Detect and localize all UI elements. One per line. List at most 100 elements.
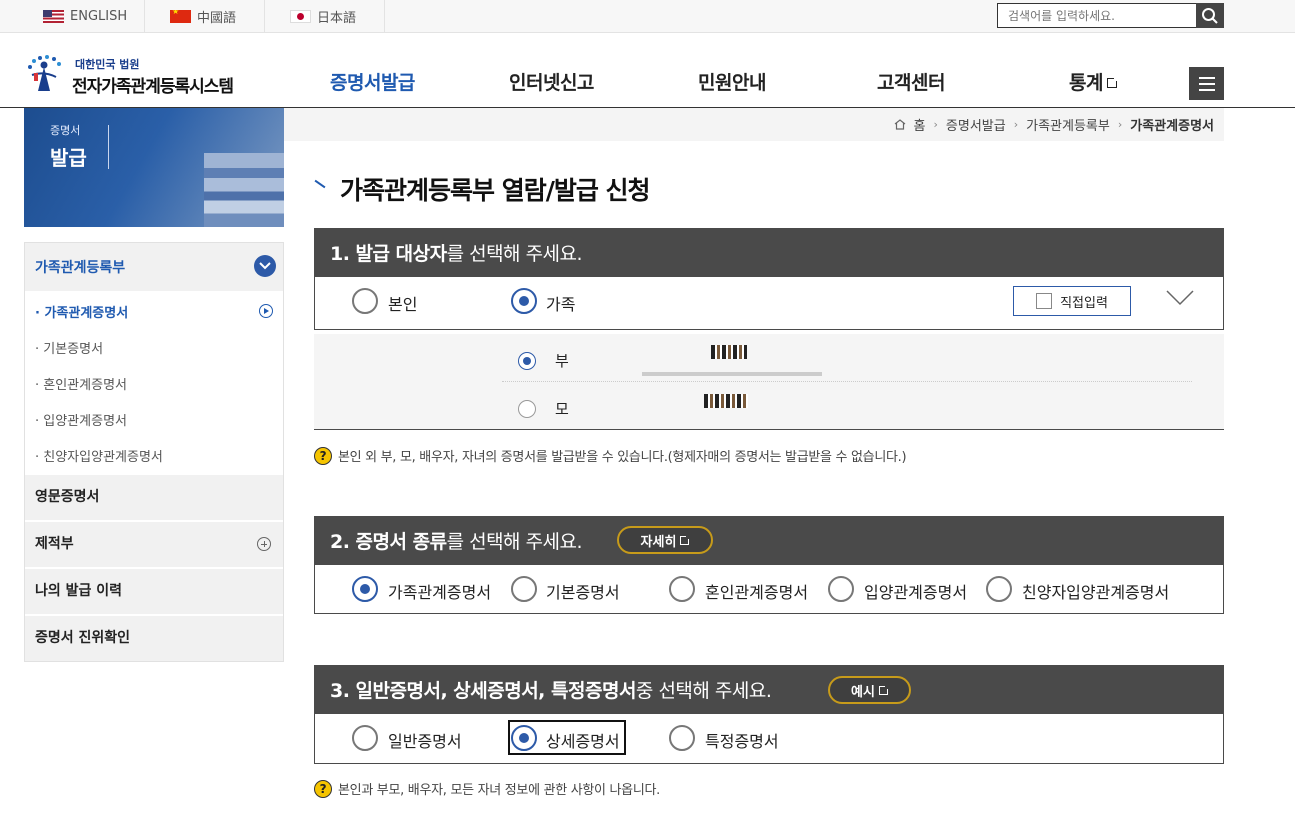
sidebar-item-label: 나의 발급 이력	[35, 583, 123, 599]
court-emblem-icon	[28, 55, 61, 91]
radio-specific-cert[interactable]	[669, 725, 695, 751]
radio-specific-cert-label[interactable]: 특정증명서	[705, 728, 779, 752]
arrow-circle-icon	[259, 304, 273, 318]
sidebar-subitem-marriage-cert[interactable]: · 혼인관계증명서	[35, 374, 127, 393]
nav-certificate-issue[interactable]: 증명서발급	[330, 68, 415, 95]
example-button[interactable]: 예시	[828, 676, 911, 704]
lang-chinese-label: 中國語	[197, 11, 237, 26]
nav-internet-report[interactable]: 인터넷신고	[509, 68, 594, 95]
radio-marriage-cert[interactable]	[669, 576, 695, 602]
radio-detailed-cert[interactable]	[511, 725, 537, 751]
sidebar-submenu: · 가족관계증명서 · 기본증명서 · 혼인관계증명서 · 입양관계증명서 · …	[25, 291, 283, 473]
breadcrumb-register[interactable]: 가족관계등록부	[1026, 115, 1110, 134]
chevron-right-icon: ›	[1013, 118, 1019, 131]
scrollbar[interactable]	[642, 372, 822, 376]
section2-header-bold: 2. 증명서 종류	[330, 531, 447, 553]
divider	[502, 381, 1192, 382]
banner-big-text: 발급	[50, 146, 87, 170]
sidebar-subitem-family-cert[interactable]: · 가족관계증명서	[35, 302, 128, 321]
question-icon: ?	[314, 446, 332, 465]
search-icon	[1202, 7, 1218, 24]
section2-body: 가족관계증명서 기본증명서 혼인관계증명서 입양관계증명서 친양자입양관계증명서	[314, 565, 1224, 614]
sidebar-menu: 가족관계등록부 · 가족관계증명서 · 기본증명서 · 혼인관계증명서 · 입양…	[24, 242, 284, 662]
us-flag-icon	[43, 10, 64, 23]
banner-small-text: 증명서	[50, 124, 81, 137]
sidebar-banner: 증명서 발급	[24, 108, 284, 227]
radio-father-label[interactable]: 부	[555, 350, 569, 371]
family-member-list: 부 모	[314, 334, 1224, 430]
radio-basic-cert-label[interactable]: 기본증명서	[546, 579, 620, 603]
breadcrumb-current: 가족관계증명서	[1130, 119, 1214, 134]
radio-adoption-cert-label[interactable]: 입양관계증명서	[864, 579, 967, 603]
top-bar: ENGLISH 中國語 日本語	[0, 0, 1295, 33]
example-button-label: 예시	[851, 684, 875, 700]
sidebar-item-label: 증명서 진위확인	[35, 630, 131, 646]
sidebar-item-english-cert[interactable]: 영문증명서	[25, 473, 283, 517]
page-title: 가족관계등록부 열람/발급 신청	[340, 176, 651, 205]
subitem-label: 가족관계증명서	[44, 306, 129, 321]
sidebar-item-label: 가족관계등록부	[35, 260, 126, 276]
radio-general-cert[interactable]	[352, 725, 378, 751]
section1-note-text: 본인 외 부, 모, 배우자, 자녀의 증명서를 발급받을 수 있습니다.(형제…	[338, 450, 907, 465]
radio-family-cert-label[interactable]: 가족관계증명서	[388, 579, 491, 603]
direct-input-button[interactable]: 직접입력	[1013, 286, 1131, 316]
hamburger-menu-button[interactable]	[1189, 67, 1224, 100]
china-flag-icon	[170, 10, 191, 23]
father-name-masked	[711, 345, 747, 359]
chevron-down-icon[interactable]	[1166, 290, 1194, 306]
details-button[interactable]: 자세히	[617, 526, 713, 554]
radio-full-adoption-cert[interactable]	[986, 576, 1012, 602]
section2-header-rest: 를 선택해 주세요.	[446, 531, 583, 553]
lang-japanese-link[interactable]: 日本語	[265, 0, 385, 33]
radio-mother[interactable]	[518, 400, 536, 418]
subitem-label: 입양관계증명서	[43, 414, 127, 429]
radio-father[interactable]	[518, 352, 536, 370]
subitem-label: 혼인관계증명서	[43, 378, 127, 393]
logo-subtitle: 대한민국 법원	[75, 58, 140, 71]
header: 대한민국 법원 전자가족관계등록시스템 증명서발급 인터넷신고 민원안내 고객센…	[0, 33, 1295, 108]
subitem-label: 친양자입양관계증명서	[43, 450, 163, 465]
title-bullet-icon	[314, 179, 326, 189]
radio-family-label[interactable]: 가족	[546, 291, 575, 315]
sidebar-subitem-full-adoption-cert[interactable]: · 친양자입양관계증명서	[35, 446, 163, 465]
search-input[interactable]	[997, 3, 1197, 28]
search-button[interactable]	[1196, 3, 1224, 28]
radio-family-cert[interactable]	[352, 576, 378, 602]
radio-family[interactable]	[511, 288, 537, 314]
breadcrumb-home[interactable]: 홈	[914, 115, 926, 134]
radio-basic-cert[interactable]	[511, 576, 537, 602]
lang-english-link[interactable]: ENGLISH	[25, 0, 145, 33]
sidebar-item-removed-register[interactable]: 제적부	[25, 520, 283, 564]
section1-header: 1. 발급 대상자 를 선택해 주세요.	[314, 228, 1224, 277]
section2-header: 2. 증명서 종류 를 선택해 주세요.	[314, 516, 1224, 565]
plus-circle-icon	[257, 537, 271, 551]
home-icon	[894, 119, 906, 130]
breadcrumb: 홈 › 증명서발급 › 가족관계등록부 › 가족관계증명서	[284, 108, 1224, 141]
section3-header-rest: 중 선택해 주세요.	[635, 680, 772, 702]
nav-statistics[interactable]: 통계	[1069, 68, 1119, 95]
banner-divider	[108, 125, 109, 169]
radio-adoption-cert[interactable]	[828, 576, 854, 602]
lang-chinese-link[interactable]: 中國語	[145, 0, 265, 33]
lang-english-label: ENGLISH	[70, 9, 128, 24]
sidebar-item-family-register[interactable]: 가족관계등록부	[25, 243, 283, 291]
nav-civil-guide[interactable]: 민원안내	[698, 68, 766, 95]
nav-customer-center[interactable]: 고객센터	[877, 68, 945, 95]
sidebar-item-issue-history[interactable]: 나의 발급 이력	[25, 567, 283, 611]
sidebar-subitem-basic-cert[interactable]: · 기본증명서	[35, 338, 103, 357]
breadcrumb-issue[interactable]: 증명서발급	[946, 115, 1006, 134]
radio-self-label[interactable]: 본인	[388, 291, 417, 315]
radio-marriage-cert-label[interactable]: 혼인관계증명서	[705, 579, 808, 603]
radio-full-adoption-cert-label[interactable]: 친양자입양관계증명서	[1022, 579, 1169, 603]
sidebar-item-authenticity[interactable]: 증명서 진위확인	[25, 614, 283, 658]
details-button-label: 자세히	[640, 534, 677, 550]
question-icon: ?	[314, 779, 332, 798]
radio-general-cert-label[interactable]: 일반증명서	[388, 728, 462, 752]
sidebar-subitem-adoption-cert[interactable]: · 입양관계증명서	[35, 410, 127, 429]
direct-input-label: 직접입력	[1060, 295, 1108, 311]
radio-self[interactable]	[352, 288, 378, 314]
radio-mother-label[interactable]: 모	[555, 398, 569, 419]
external-link-icon	[1106, 76, 1119, 88]
radio-detailed-cert-label[interactable]: 상세증명서	[546, 728, 620, 752]
logo-title: 전자가족관계등록시스템	[72, 77, 234, 97]
